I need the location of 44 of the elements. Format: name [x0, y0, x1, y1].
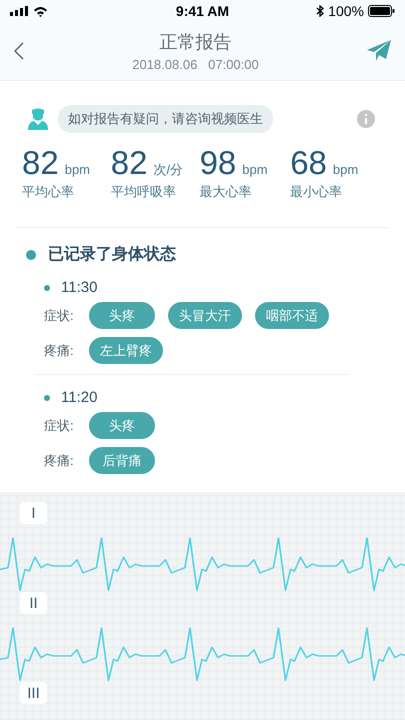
symptom-tag: 头疼 [89, 302, 155, 330]
group-label: 疼痛: [44, 452, 75, 470]
notice-pill[interactable]: 如对报告有疑问，请咨询视频医生 [58, 105, 273, 133]
lead-label: I [20, 502, 47, 524]
stat-value: 68 [290, 145, 327, 182]
report-datetime: 2018.08.06 07:00:00 [132, 57, 259, 72]
group-label: 疼痛: [44, 342, 75, 360]
stat-value: 82 [110, 145, 148, 182]
entry-time: 11:20 [61, 389, 98, 406]
symptom-tag: 咽部不适 [255, 302, 329, 330]
stat-unit: 次/分 [154, 161, 184, 179]
group-label: 症状: [44, 306, 75, 325]
stat-label: 最小心率 [290, 183, 344, 202]
section-title: 已记录了身体状态 [48, 244, 176, 266]
stat-value: 98 [200, 145, 236, 182]
stat-label: 平均心率 [22, 183, 75, 202]
symptom-tag: 左上臂疼 [89, 337, 163, 364]
stat-unit: bpm [64, 162, 90, 177]
stat-unit: bpm [242, 162, 268, 177]
lead-label: III [20, 682, 47, 704]
status-time: 9:41 AM [176, 3, 230, 19]
back-icon[interactable] [14, 42, 24, 60]
paper-plane-icon[interactable] [367, 40, 391, 62]
stat-unit: bpm [332, 162, 358, 177]
symptom-tag: 头冒大汗 [168, 302, 242, 330]
stat-label: 最大心率 [200, 183, 253, 202]
page-title: 正常报告 [160, 31, 232, 54]
bullet-icon [44, 284, 50, 291]
bullet-icon [44, 394, 50, 401]
symptom-tag: 头疼 [89, 412, 155, 440]
wifi-icon [33, 6, 48, 16]
bullet-icon [26, 250, 36, 260]
group-label: 症状: [44, 416, 75, 435]
lead-label: II [20, 592, 47, 614]
info-icon[interactable] [357, 110, 375, 128]
symptom-tag: 后背痛 [89, 447, 155, 474]
bluetooth-icon [316, 5, 324, 17]
doctor-icon [28, 108, 48, 130]
stat-value: 82 [22, 145, 59, 182]
battery-icon [368, 5, 395, 17]
signal-icon [10, 6, 28, 16]
entry-time: 11:30 [61, 279, 98, 296]
stat-label: 平均呼吸率 [110, 183, 177, 202]
battery-percent: 100% [328, 3, 364, 19]
